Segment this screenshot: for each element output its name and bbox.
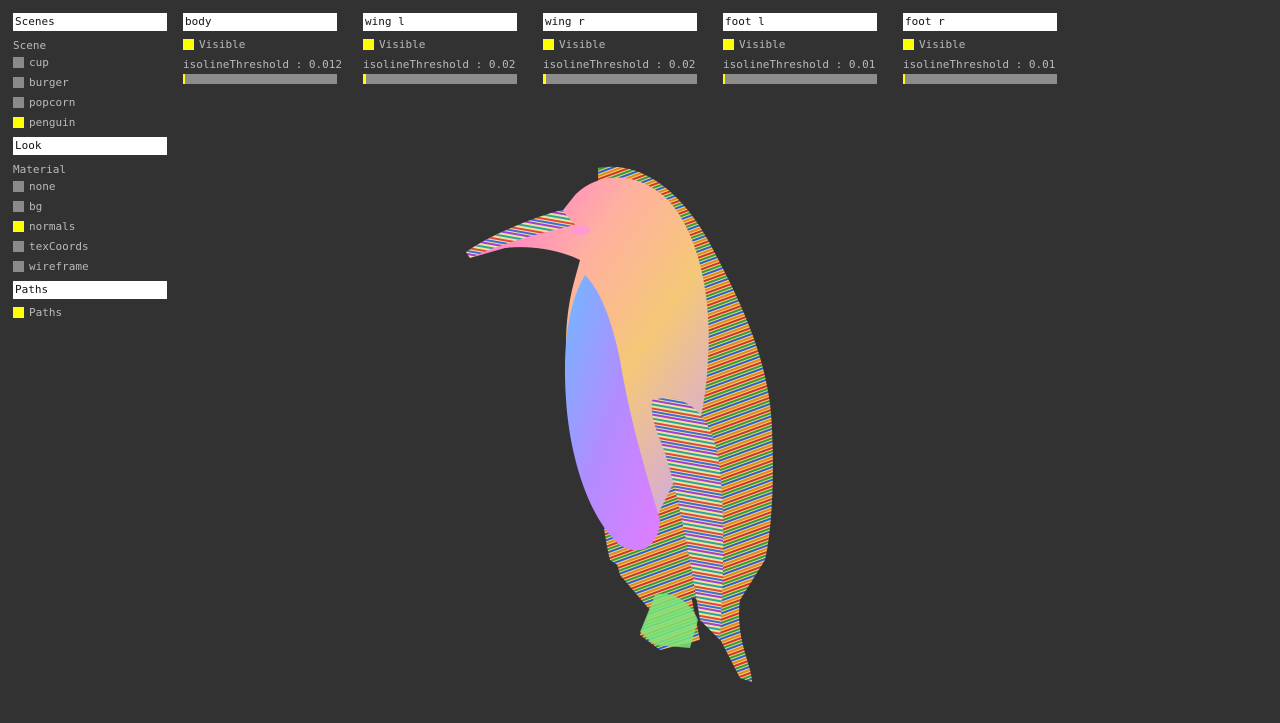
part-panel-header[interactable]: foot r — [903, 13, 1057, 31]
slider-fill — [183, 74, 185, 84]
material-option-label: bg — [29, 200, 43, 213]
isoline-threshold-slider[interactable] — [543, 74, 697, 84]
isoline-threshold-slider[interactable] — [903, 74, 1057, 84]
isoline-threshold-label: isolineThreshold : 0.01 — [903, 58, 1056, 71]
visible-label: Visible — [379, 38, 426, 51]
look-panel-header[interactable]: Look — [13, 137, 167, 155]
checkbox-checked[interactable] — [183, 39, 194, 50]
checkbox-checked[interactable] — [363, 39, 374, 50]
isoline-threshold-label: isolineThreshold : 0.012 — [183, 58, 342, 71]
checkbox-unchecked[interactable] — [13, 201, 24, 212]
paths-toggle-label: Paths — [29, 306, 63, 319]
material-option-label: wireframe — [29, 260, 89, 273]
scene-option-label: burger — [29, 76, 69, 89]
checkbox-checked[interactable] — [13, 221, 24, 232]
isoline-threshold-slider[interactable] — [363, 74, 517, 84]
part-panel-header[interactable]: body — [183, 13, 337, 31]
material-option-label: normals — [29, 220, 76, 233]
slider-fill — [903, 74, 905, 84]
visible-label: Visible — [199, 38, 246, 51]
slider-fill — [363, 74, 366, 84]
checkbox-unchecked[interactable] — [13, 97, 24, 108]
checkbox-unchecked[interactable] — [13, 77, 24, 88]
checkbox-unchecked[interactable] — [13, 261, 24, 272]
part-panel-header[interactable]: wing r — [543, 13, 697, 31]
penguin-model — [466, 166, 773, 682]
scene-option-label: popcorn — [29, 96, 76, 109]
paths-panel-header[interactable]: Paths — [13, 281, 167, 299]
part-panel-header[interactable]: foot l — [723, 13, 877, 31]
checkbox-unchecked[interactable] — [13, 241, 24, 252]
checkbox-unchecked[interactable] — [13, 181, 24, 192]
3d-viewport[interactable] — [0, 0, 1280, 720]
slider-fill — [543, 74, 546, 84]
scene-group-label: Scene — [13, 39, 47, 52]
isoline-threshold-label: isolineThreshold : 0.02 — [543, 58, 696, 71]
checkbox-checked[interactable] — [543, 39, 554, 50]
isoline-threshold-slider[interactable] — [723, 74, 877, 84]
isoline-threshold-label: isolineThreshold : 0.01 — [723, 58, 876, 71]
visible-label: Visible — [559, 38, 606, 51]
isoline-threshold-label: isolineThreshold : 0.02 — [363, 58, 516, 71]
checkbox-checked[interactable] — [13, 307, 24, 318]
slider-fill — [723, 74, 725, 84]
material-group-label: Material — [13, 163, 66, 176]
scene-option-label: penguin — [29, 116, 76, 129]
checkbox-checked[interactable] — [903, 39, 914, 50]
part-panel-header[interactable]: wing l — [363, 13, 517, 31]
checkbox-checked[interactable] — [13, 117, 24, 128]
material-option-label: texCoords — [29, 240, 89, 253]
scene-option-label: cup — [29, 56, 49, 69]
material-option-label: none — [29, 180, 56, 193]
scenes-panel-header[interactable]: Scenes — [13, 13, 167, 31]
checkbox-unchecked[interactable] — [13, 57, 24, 68]
isoline-threshold-slider[interactable] — [183, 74, 337, 84]
visible-label: Visible — [919, 38, 966, 51]
visible-label: Visible — [739, 38, 786, 51]
checkbox-checked[interactable] — [723, 39, 734, 50]
